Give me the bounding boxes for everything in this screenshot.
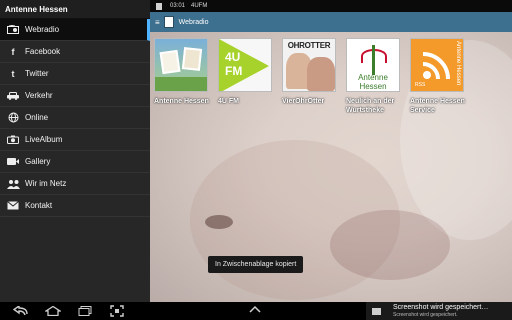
sidebar-item-verkehr[interactable]: Verkehr (0, 85, 150, 107)
notification-subtitle: Screenshot wird gespeichert. (393, 312, 458, 318)
station-caption: Antenne Hessen Service (410, 98, 465, 114)
station-logo: 4U FM (218, 38, 272, 92)
app-icon[interactable] (163, 16, 174, 28)
video-camera-icon (6, 156, 20, 168)
sidebar-item-label: Gallery (25, 157, 51, 166)
home-button[interactable] (42, 304, 64, 318)
notification-bar[interactable]: Screenshot wird gespeichert… Screenshot … (366, 302, 512, 320)
globe-icon (6, 112, 20, 124)
sidebar-item-label: Verkehr (25, 91, 53, 100)
logo-text: 4U (225, 50, 241, 64)
people-icon (6, 178, 20, 190)
recent-apps-icon (78, 306, 92, 316)
main-content: 03:01 4UFM ≡ Webradio Antenne Hessen 4U … (150, 0, 512, 302)
station-caption: Neulich an der Wurtstheke (346, 98, 395, 114)
notification-icon (156, 2, 162, 10)
logo-text: FM (225, 64, 243, 78)
car-icon (6, 90, 20, 102)
sidebar-item-label: Online (25, 113, 49, 122)
page-title: Webradio (178, 18, 209, 26)
camera-icon (6, 134, 20, 146)
drawer-title: Antenne Hessen (0, 0, 150, 19)
drawer-toggle-icon[interactable]: ≡ (155, 18, 160, 27)
station-caption: 4U FM (218, 98, 239, 105)
sidebar-item-twitter[interactable]: t Twitter (0, 63, 150, 85)
image-icon (372, 307, 381, 315)
station-caption: VierOhrOtter (282, 98, 325, 105)
sidebar-item-label: Twitter (25, 69, 49, 78)
background-photo-detail (205, 215, 233, 229)
logo-text: OHROTTER (287, 41, 331, 50)
recent-apps-button[interactable] (74, 304, 96, 318)
home-icon (45, 306, 61, 316)
station-caption: Antenne Hessen (154, 98, 209, 105)
sidebar-item-label: Kontakt (25, 201, 53, 210)
logo-text: Hessen (359, 82, 387, 91)
station-tile-vierohrotter[interactable]: OHROTTER VierOhrOtter (282, 38, 340, 115)
action-bar: ≡ Webradio (150, 12, 512, 32)
status-station: 4UFM (191, 3, 208, 9)
sidebar-item-label: Wir im Netz (25, 179, 67, 188)
sidebar-item-gallery[interactable]: Gallery (0, 151, 150, 173)
station-tile-service[interactable]: Antenne Hessen RSS Antenne Hessen Servic… (410, 38, 468, 115)
back-icon (13, 306, 28, 316)
navigation-drawer: Antenne Hessen Webradio f Facebook t Twi… (0, 0, 150, 302)
logo-text: Antenne Hessen (455, 41, 461, 86)
logo-text: Antenne (358, 73, 388, 82)
sidebar-item-label: Facebook (25, 47, 61, 56)
sidebar-item-online[interactable]: Online (0, 107, 150, 129)
sidebar-item-facebook[interactable]: f Facebook (0, 41, 150, 63)
station-tile-neulich[interactable]: Antenne Hessen Neulich an der Wurtstheke (346, 38, 404, 115)
station-logo: OHROTTER (282, 38, 336, 92)
background-photo-lips (330, 210, 450, 280)
screenshot-icon (110, 305, 124, 317)
station-logo: Antenne Hessen (346, 38, 400, 92)
screenshot-button[interactable] (106, 304, 128, 318)
notification-title: Screenshot wird gespeichert… (393, 304, 489, 311)
mail-icon (6, 200, 20, 212)
status-time: 03:01 (170, 3, 186, 9)
sidebar-item-webradio[interactable]: Webradio (0, 19, 150, 41)
station-grid: Antenne Hessen 4U FM 4U FM OHROTTER Vier… (154, 38, 474, 115)
expand-button[interactable] (246, 304, 264, 318)
sidebar-item-label: LiveAlbum (25, 135, 63, 144)
chevron-up-icon (249, 305, 261, 313)
sidebar-item-livealbum[interactable]: LiveAlbum (0, 129, 150, 151)
sidebar-item-kontakt[interactable]: Kontakt (0, 195, 150, 217)
back-button[interactable] (10, 304, 32, 318)
sidebar-item-wir-im-netz[interactable]: Wir im Netz (0, 173, 150, 195)
station-tile-antenne-hessen[interactable]: Antenne Hessen (154, 38, 212, 115)
facebook-icon: f (11, 46, 15, 57)
sidebar-item-label: Webradio (25, 25, 60, 34)
station-logo (154, 38, 208, 92)
rss-icon (422, 52, 450, 80)
radio-icon (6, 24, 20, 36)
logo-text: RSS (415, 82, 426, 88)
station-tile-4ufm[interactable]: 4U FM 4U FM (218, 38, 276, 115)
status-bar: 03:01 4UFM (150, 0, 512, 12)
station-logo: Antenne Hessen RSS (410, 38, 464, 92)
toast-message: In Zwischenablage kopiert (208, 256, 304, 273)
twitter-icon: t (11, 68, 15, 79)
